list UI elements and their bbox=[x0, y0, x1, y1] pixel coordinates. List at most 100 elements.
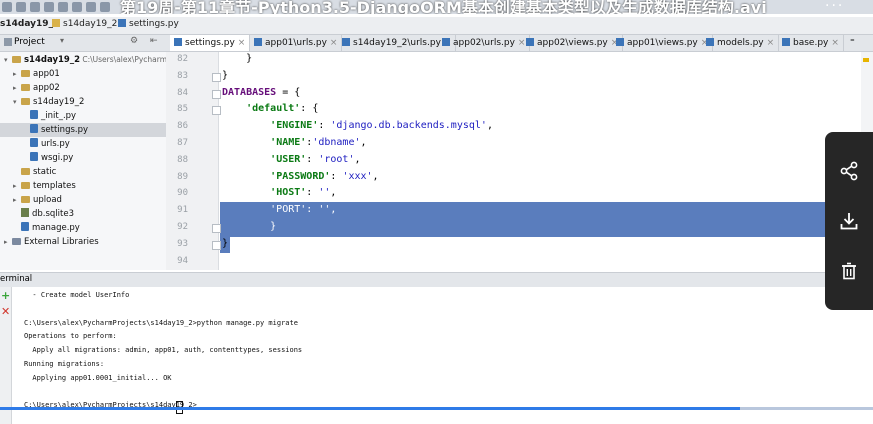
settings-icon[interactable]: ⚙ bbox=[130, 36, 138, 46]
code-line: 'PASSWORD': 'xxx', bbox=[270, 170, 379, 182]
tree-item-label: urls.py bbox=[41, 139, 70, 149]
tab-label: settings.py bbox=[185, 38, 235, 48]
video-progress-remaining[interactable] bbox=[740, 407, 873, 410]
terminal-title: erminal bbox=[0, 274, 33, 284]
tab-label: app01\urls.py bbox=[265, 38, 327, 48]
python-file-icon bbox=[30, 152, 38, 161]
tree-item[interactable]: ▸ External Libraries bbox=[0, 235, 166, 249]
chevron-icon[interactable]: ▾ bbox=[4, 53, 12, 67]
tree-item[interactable]: urls.py bbox=[0, 137, 166, 151]
tab-models-py[interactable]: models.py × bbox=[702, 35, 780, 51]
fold-marker-icon[interactable] bbox=[212, 89, 221, 99]
tree-item[interactable]: wsgi.py bbox=[0, 151, 166, 165]
tab-label: s14day19_2\urls.py bbox=[353, 38, 441, 48]
line-number: 94 bbox=[177, 255, 188, 266]
folder-icon bbox=[21, 182, 30, 189]
close-icon[interactable]: ✕ bbox=[1, 305, 10, 318]
toolbar-icon[interactable] bbox=[58, 2, 68, 12]
tab-label: app02\urls.py bbox=[453, 38, 515, 48]
code-line: 'HOST': '', bbox=[270, 187, 337, 199]
tree-item-label: static bbox=[33, 167, 57, 177]
chevron-icon[interactable]: ▸ bbox=[13, 67, 21, 81]
tab-app02-urls-py[interactable]: app02\urls.py × bbox=[438, 35, 531, 51]
tree-item[interactable]: ▾ s14day19_2 bbox=[0, 95, 166, 109]
terminal-line: C:\Users\alex\PycharmProjects\s14day19_2… bbox=[24, 318, 298, 327]
project-panel-header[interactable]: Project ▾ ⚙ ⇤ bbox=[0, 35, 166, 52]
share-button[interactable] bbox=[825, 146, 873, 196]
toolbar-icon[interactable] bbox=[44, 2, 54, 12]
terminal-line: Running migrations: bbox=[24, 360, 105, 368]
close-tab-icon[interactable]: × bbox=[330, 38, 338, 48]
fold-marker-icon[interactable] bbox=[212, 72, 221, 82]
toolbar-icon[interactable] bbox=[72, 2, 82, 12]
line-number: 88 bbox=[177, 154, 188, 165]
tree-item[interactable]: static bbox=[0, 165, 166, 179]
toolbar-icon[interactable] bbox=[16, 2, 26, 12]
tree-item[interactable]: ▾ s14day19_2 C:\Users\alex\PycharmPro bbox=[0, 53, 179, 67]
tab-app01-urls-py[interactable]: app01\urls.py × bbox=[250, 35, 343, 51]
code-line: 'default': { bbox=[246, 103, 319, 115]
database-icon bbox=[21, 208, 29, 217]
fold-marker-icon[interactable] bbox=[212, 224, 221, 233]
code-line: 'PORT': '', bbox=[222, 204, 337, 216]
chevron-icon[interactable]: ▸ bbox=[13, 179, 21, 193]
chevron-icon[interactable]: ▸ bbox=[13, 81, 21, 95]
warning-marker[interactable] bbox=[863, 58, 869, 62]
breadcrumb-item[interactable]: s14day19_2 bbox=[52, 19, 117, 29]
folder-icon bbox=[21, 168, 30, 175]
line-number: 93 bbox=[177, 238, 188, 249]
tab-app02-views-py[interactable]: app02\views.py × bbox=[522, 35, 624, 51]
delete-button[interactable] bbox=[825, 246, 873, 296]
chevron-icon[interactable]: ▾ bbox=[13, 95, 21, 109]
tree-item[interactable]: manage.py bbox=[0, 221, 166, 235]
tab-settings-py[interactable]: settings.py × bbox=[170, 35, 251, 51]
tab-base-py[interactable]: base.py × bbox=[778, 35, 844, 51]
file-icon bbox=[118, 19, 126, 27]
python-file-icon bbox=[30, 110, 38, 119]
terminal-output[interactable]: - Create model UserInfo C:\Users\alex\Pyc… bbox=[12, 287, 873, 424]
title-bar: 第19周-第11章节-Python3.5-DjangoORM基本创建基本类型以及… bbox=[0, 0, 873, 14]
more-options-icon[interactable]: ··· bbox=[825, 0, 844, 14]
breadcrumb-item[interactable]: s14day19_2 bbox=[0, 19, 59, 29]
video-progress-played[interactable] bbox=[0, 407, 740, 410]
chevron-icon[interactable]: ▸ bbox=[13, 193, 21, 207]
tree-item-label: wsgi.py bbox=[41, 153, 74, 163]
chevron-down-icon[interactable]: ▾ bbox=[60, 36, 64, 45]
python-file-icon bbox=[30, 138, 38, 147]
tree-item[interactable]: ▸ upload bbox=[0, 193, 166, 207]
breadcrumb-item[interactable]: settings.py bbox=[118, 19, 179, 29]
breadcrumb: s14day19_2 s14day19_2 settings.py bbox=[0, 17, 873, 35]
folder-icon bbox=[21, 98, 30, 105]
terminal-line: Applying app01.0001_initial... OK bbox=[24, 373, 172, 382]
fold-marker-icon[interactable] bbox=[212, 240, 221, 250]
code-line: } bbox=[222, 69, 229, 81]
trash-icon bbox=[842, 262, 856, 280]
tree-item-label: db.sqlite3 bbox=[32, 209, 75, 219]
toolbar-icon[interactable] bbox=[2, 2, 12, 12]
toolbar-icon[interactable] bbox=[86, 2, 96, 12]
code-line: 'ENGINE': 'django.db.backends.mysql', bbox=[270, 120, 493, 132]
tree-item[interactable]: db.sqlite3 bbox=[0, 207, 166, 221]
tree-item[interactable]: _init_.py bbox=[0, 109, 166, 123]
tree-item[interactable]: settings.py bbox=[0, 123, 166, 137]
tree-item[interactable]: ▸ app01 bbox=[0, 67, 166, 81]
download-button[interactable] bbox=[825, 196, 873, 246]
close-tab-icon[interactable]: × bbox=[767, 38, 775, 48]
tab-label: models.py bbox=[717, 38, 764, 48]
add-icon[interactable]: + bbox=[1, 289, 10, 302]
tree-item[interactable]: ▸ templates bbox=[0, 179, 166, 193]
tree-item[interactable]: ▸ app02 bbox=[0, 81, 166, 95]
close-tab-icon[interactable]: × bbox=[238, 38, 246, 48]
tab-app01-views-py[interactable]: app01\views.py × bbox=[612, 35, 714, 51]
more-tabs-icon[interactable]: ⁼ bbox=[846, 35, 859, 51]
hide-icon[interactable]: ⇤ bbox=[150, 36, 158, 46]
code-line: DATABASES = { bbox=[222, 86, 301, 98]
toolbar-icon[interactable] bbox=[30, 2, 40, 12]
python-file-icon bbox=[174, 38, 182, 46]
toolbar-icon[interactable] bbox=[100, 2, 110, 12]
python-file-icon bbox=[30, 124, 38, 133]
close-tab-icon[interactable]: × bbox=[831, 38, 839, 48]
chevron-icon[interactable]: ▸ bbox=[4, 235, 12, 249]
fold-marker-icon[interactable] bbox=[212, 106, 221, 116]
line-number: 91 bbox=[177, 205, 188, 216]
